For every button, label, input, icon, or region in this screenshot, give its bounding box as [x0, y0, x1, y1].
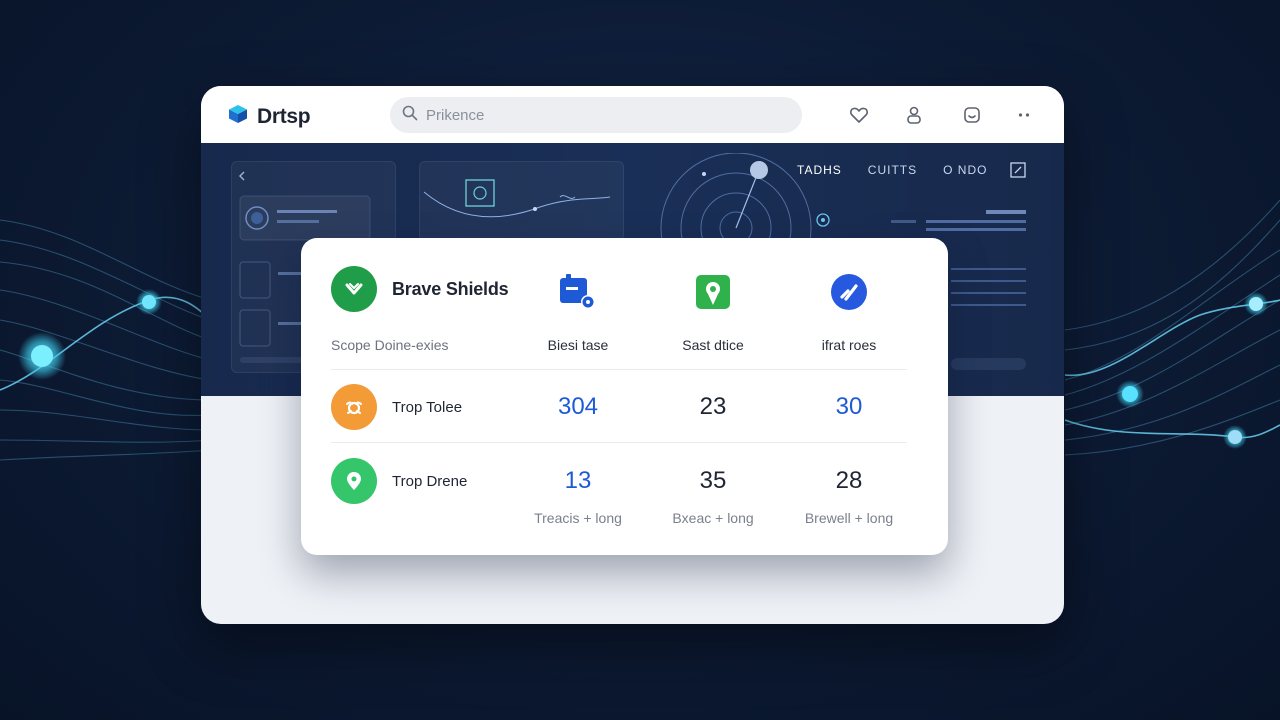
shield-badge-icon — [558, 273, 596, 311]
row-1-value-2: 23 — [699, 393, 727, 420]
brand[interactable]: Drtsp — [227, 103, 311, 130]
dashboard-chart-panel — [419, 161, 624, 241]
tab-cuitts[interactable]: CUITTS — [868, 163, 917, 177]
browser-toolbar: Drtsp — [201, 86, 1064, 143]
heart-icon[interactable] — [848, 104, 870, 126]
search-icon — [402, 105, 418, 126]
shield-check-icon — [331, 266, 377, 312]
flow-chart-graphic — [423, 179, 611, 218]
divider — [331, 442, 907, 443]
footer-label-2[interactable]: Bxeac + long — [643, 510, 783, 526]
row-2-value-1: 13 — [564, 467, 592, 494]
column-label-3: ifrat roes — [821, 337, 877, 353]
check-circle-icon — [830, 273, 868, 311]
tab-tadhs[interactable]: TADHS — [797, 163, 842, 177]
row-1-value-3: 30 — [835, 393, 863, 420]
card-title: Brave Shields — [392, 279, 509, 299]
row-1-value-1: 304 — [557, 393, 599, 420]
column-label-2: Sast dtice — [682, 337, 744, 353]
column-label-1: Biesi tase — [547, 337, 609, 353]
pin-icon — [331, 458, 377, 504]
bug-icon — [331, 384, 377, 430]
search-bar[interactable] — [390, 97, 802, 133]
cube-logo-icon — [227, 103, 249, 130]
divider — [331, 369, 907, 370]
row-label-2: Trop Drene — [392, 473, 468, 490]
row-2-value-3: 28 — [835, 467, 863, 494]
footer-label-3[interactable]: Brewell + long — [779, 510, 919, 526]
more-icon[interactable] — [1013, 104, 1035, 126]
card-subtitle: Scope Doine-exies — [331, 337, 449, 353]
tab-o-ndo[interactable]: O NDO — [943, 163, 987, 177]
dashboard-tabs: TADHS CUITTS O NDO — [797, 163, 987, 177]
brand-name: Drtsp — [257, 104, 311, 128]
row-2-value-2: 35 — [699, 467, 727, 494]
location-pin-icon — [694, 273, 732, 311]
expand-icon[interactable] — [1009, 161, 1027, 184]
row-label-1: Trop Tolee — [392, 399, 463, 416]
search-input[interactable] — [426, 106, 766, 124]
footer-label-1[interactable]: Treacis + long — [508, 510, 648, 526]
tab-icon[interactable] — [961, 104, 983, 126]
shields-card: Brave Shields Scope Doine-exies Biesi ta… — [301, 238, 948, 555]
user-icon[interactable] — [903, 104, 925, 126]
